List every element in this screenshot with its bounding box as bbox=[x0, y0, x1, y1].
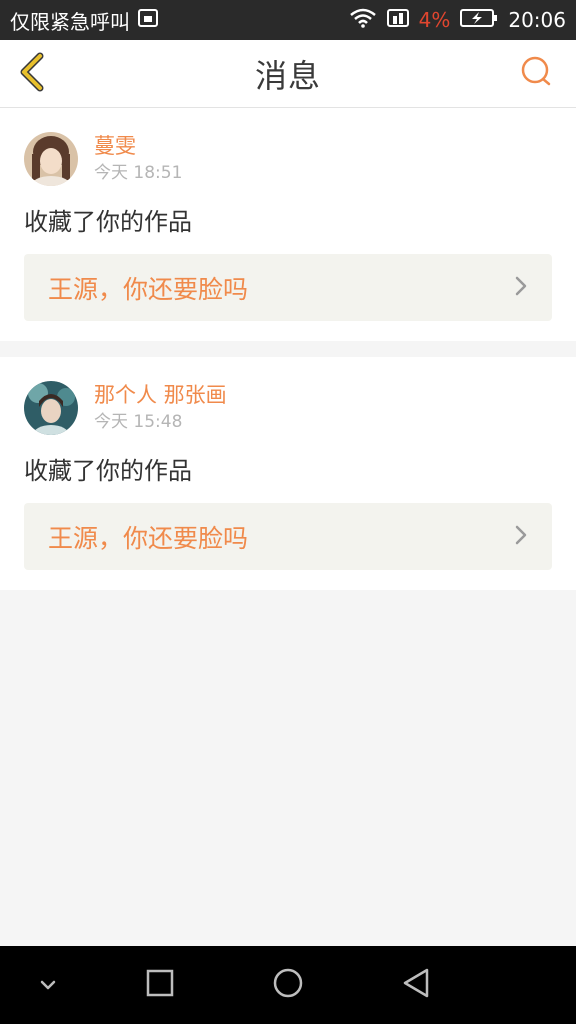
home-button[interactable] bbox=[248, 946, 328, 1024]
status-left: 仅限紧急呼叫 bbox=[10, 6, 158, 35]
avatar[interactable] bbox=[24, 132, 78, 186]
action-text: 收藏了你的作品 bbox=[24, 208, 192, 236]
timestamp: 今天 18:51 bbox=[94, 163, 183, 183]
work-title: 王源，你还要脸吗 bbox=[48, 523, 249, 553]
work-link[interactable]: 王源，你还要脸吗 bbox=[24, 254, 552, 321]
work-link[interactable]: 王源，你还要脸吗 bbox=[24, 503, 552, 570]
search-button[interactable] bbox=[516, 54, 556, 94]
clock: 20:06 bbox=[508, 8, 566, 32]
recent-apps-icon bbox=[146, 969, 174, 1001]
message-meta: 蔓雯 今天 18:51 bbox=[94, 133, 182, 185]
search-icon bbox=[519, 55, 553, 93]
message-meta: 那个人 那张画 今天 15:48 bbox=[94, 382, 227, 434]
carrier-text: 仅限紧急呼叫 bbox=[10, 9, 130, 34]
timestamp: 今天 15:48 bbox=[94, 412, 183, 432]
battery-charging-icon bbox=[460, 8, 498, 33]
back-button[interactable] bbox=[10, 50, 54, 98]
nav-bar: 消息 bbox=[0, 40, 576, 108]
avatar[interactable] bbox=[24, 381, 78, 435]
user-name[interactable]: 蔓雯 bbox=[94, 133, 182, 159]
system-nav-bar bbox=[0, 946, 576, 1024]
chevron-right-icon bbox=[514, 524, 528, 550]
page-title: 消息 bbox=[254, 56, 321, 95]
home-icon bbox=[272, 967, 304, 1003]
wifi-icon bbox=[349, 8, 377, 33]
battery-percent: 4% bbox=[418, 8, 451, 32]
data-icon bbox=[386, 8, 409, 33]
back-icon bbox=[401, 967, 431, 1003]
message-list: 蔓雯 今天 18:51 收藏了你的作品 王源，你还要脸吗 那个人 那张画 今天 … bbox=[0, 108, 576, 606]
hide-keyboard-icon bbox=[39, 976, 57, 995]
message-card: 那个人 那张画 今天 15:48 收藏了你的作品 王源，你还要脸吗 bbox=[0, 357, 576, 590]
recent-apps-button[interactable] bbox=[120, 946, 200, 1024]
status-bar: 仅限紧急呼叫 4% 20:06 bbox=[0, 0, 576, 40]
back-chevron-icon bbox=[18, 52, 46, 96]
hide-keyboard-button[interactable] bbox=[8, 946, 88, 1024]
message-header: 蔓雯 今天 18:51 bbox=[24, 132, 552, 186]
sim-card-icon bbox=[138, 8, 158, 32]
status-right: 4% 20:06 bbox=[349, 8, 566, 33]
work-title: 王源，你还要脸吗 bbox=[48, 274, 249, 304]
action-text: 收藏了你的作品 bbox=[24, 457, 192, 485]
message-card: 蔓雯 今天 18:51 收藏了你的作品 王源，你还要脸吗 bbox=[0, 108, 576, 341]
message-header: 那个人 那张画 今天 15:48 bbox=[24, 381, 552, 435]
back-nav-button[interactable] bbox=[376, 946, 456, 1024]
chevron-right-icon bbox=[514, 275, 528, 301]
user-name[interactable]: 那个人 那张画 bbox=[94, 382, 227, 408]
